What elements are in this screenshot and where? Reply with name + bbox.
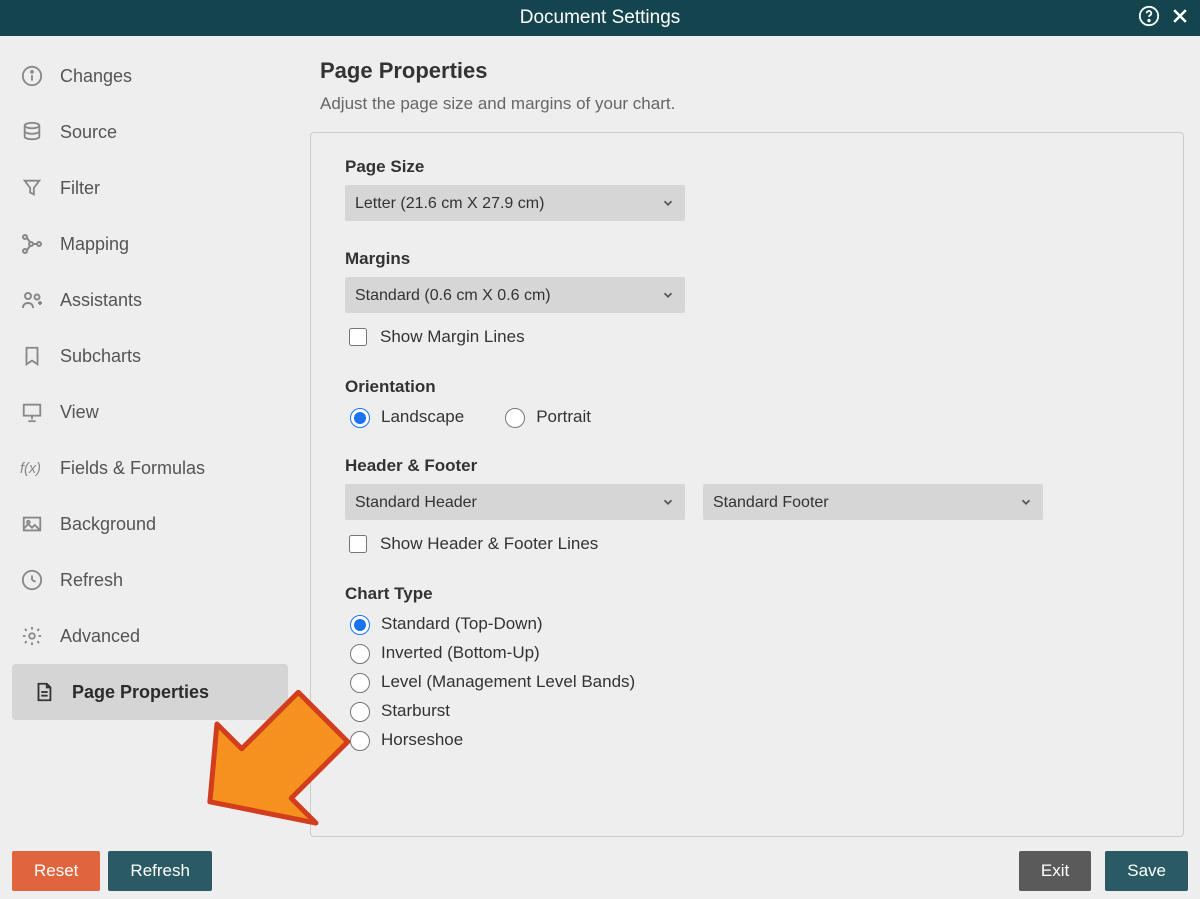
mapping-icon [16,232,48,256]
image-icon [16,513,48,535]
assistants-icon [16,288,48,312]
orientation-label: Orientation [345,377,1149,397]
chart-type-option: Starburst [381,701,450,721]
sidebar-item-source[interactable]: Source [0,104,300,160]
page-subtitle: Adjust the page size and margins of your… [320,94,1184,114]
gear-icon [16,625,48,647]
sidebar-item-label: Fields & Formulas [60,458,205,479]
sidebar-item-label: Subcharts [60,346,141,367]
sidebar-item-label: Source [60,122,117,143]
margins-select[interactable]: Standard (0.6 cm X 0.6 cm) [345,277,685,313]
sidebar-item-label: Assistants [60,290,142,311]
page-heading: Page Properties [320,58,1184,84]
formula-icon: f(x) [16,457,48,479]
chart-type-option: Inverted (Bottom-Up) [381,643,540,663]
chart-type-option: Standard (Top-Down) [381,614,543,634]
sidebar-item-filter[interactable]: Filter [0,160,300,216]
info-icon [16,65,48,87]
sidebar-item-label: Mapping [60,234,129,255]
sidebar: Changes Source Filter Mapping Assistants… [0,36,300,839]
help-icon[interactable] [1138,5,1160,32]
chart-type-option: Horseshoe [381,730,463,750]
sidebar-item-label: Page Properties [72,682,209,703]
sidebar-item-subcharts[interactable]: Subcharts [0,328,300,384]
settings-panel: Page Size Letter (21.6 cm X 27.9 cm) Mar… [310,132,1184,837]
header-footer-label: Header & Footer [345,456,1149,476]
show-hf-lines-row[interactable]: Show Header & Footer Lines [345,532,1149,556]
sidebar-item-label: Refresh [60,570,123,591]
page-icon [28,681,60,703]
sidebar-item-refresh[interactable]: Refresh [0,552,300,608]
chart-type-horseshoe-radio[interactable] [350,731,370,751]
footer-bar: Reset Refresh Exit Save [0,843,1200,899]
chart-type-level-radio[interactable] [350,673,370,693]
show-hf-lines-checkbox[interactable] [349,535,367,553]
chart-type-option: Level (Management Level Bands) [381,672,635,692]
svg-text:f(x): f(x) [20,461,41,477]
show-hf-lines-label: Show Header & Footer Lines [380,534,598,554]
header-select[interactable]: Standard Header [345,484,685,520]
show-margin-lines-label: Show Margin Lines [380,327,525,347]
page-size-select[interactable]: Letter (21.6 cm X 27.9 cm) [345,185,685,221]
database-icon [16,121,48,143]
show-margin-lines-row[interactable]: Show Margin Lines [345,325,1149,349]
sidebar-item-page-properties[interactable]: Page Properties [12,664,288,720]
sidebar-item-mapping[interactable]: Mapping [0,216,300,272]
main-content: Page Properties Adjust the page size and… [310,36,1184,839]
chart-type-label: Chart Type [345,584,1149,604]
chart-type-inverted-radio[interactable] [350,644,370,664]
footer-select[interactable]: Standard Footer [703,484,1043,520]
titlebar: Document Settings [0,0,1200,36]
filter-icon [16,177,48,199]
sidebar-item-changes[interactable]: Changes [0,48,300,104]
sidebar-item-advanced[interactable]: Advanced [0,608,300,664]
chart-type-inverted[interactable]: Inverted (Bottom-Up) [345,641,1149,664]
orientation-portrait[interactable]: Portrait [500,405,591,428]
sidebar-item-label: Changes [60,66,132,87]
reset-button[interactable]: Reset [12,851,100,891]
close-icon[interactable] [1170,6,1190,31]
presentation-icon [16,401,48,423]
orientation-portrait-radio[interactable] [505,408,525,428]
save-button[interactable]: Save [1105,851,1188,891]
margins-label: Margins [345,249,1149,269]
page-size-label: Page Size [345,157,1149,177]
orientation-landscape-label: Landscape [381,407,464,427]
chart-type-starburst-radio[interactable] [350,702,370,722]
chart-type-standard-radio[interactable] [350,615,370,635]
sidebar-item-label: Advanced [60,626,140,647]
orientation-portrait-label: Portrait [536,407,591,427]
exit-button[interactable]: Exit [1019,851,1091,891]
sidebar-item-label: Background [60,514,156,535]
sidebar-item-fields[interactable]: f(x) Fields & Formulas [0,440,300,496]
chart-type-level[interactable]: Level (Management Level Bands) [345,670,1149,693]
sidebar-item-view[interactable]: View [0,384,300,440]
show-margin-lines-checkbox[interactable] [349,328,367,346]
orientation-landscape-radio[interactable] [350,408,370,428]
sidebar-item-background[interactable]: Background [0,496,300,552]
chart-type-standard[interactable]: Standard (Top-Down) [345,612,1149,635]
sidebar-item-label: View [60,402,99,423]
clock-icon [16,569,48,591]
refresh-button[interactable]: Refresh [108,851,212,891]
chart-type-starburst[interactable]: Starburst [345,699,1149,722]
chart-type-horseshoe[interactable]: Horseshoe [345,728,1149,751]
bookmark-icon [16,345,48,367]
sidebar-item-label: Filter [60,178,100,199]
window-title: Document Settings [0,7,1200,29]
orientation-landscape[interactable]: Landscape [345,405,464,428]
sidebar-item-assistants[interactable]: Assistants [0,272,300,328]
